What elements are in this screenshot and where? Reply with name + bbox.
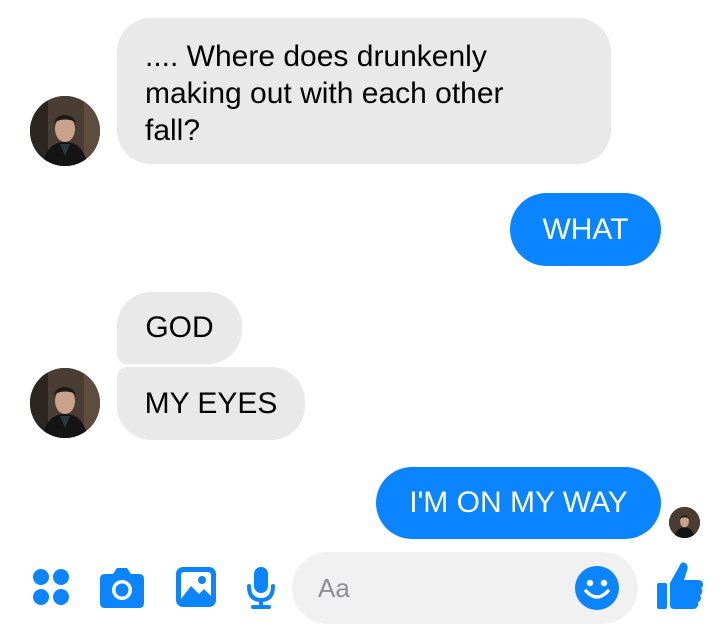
message-bubble-incoming[interactable]: GOD (117, 292, 242, 364)
message-bubble-incoming[interactable]: MY EYES (117, 367, 305, 440)
message-bubble-outgoing[interactable]: I'M ON MY WAY (376, 467, 661, 539)
emoji-icon[interactable] (574, 565, 620, 611)
message-input-placeholder: Aa (318, 573, 350, 603)
message-text: I'M ON MY WAY (409, 486, 628, 519)
gallery-icon[interactable] (175, 566, 217, 608)
message-text: WHAT (542, 213, 629, 246)
message-text: GOD (145, 311, 214, 344)
thumbs-up-icon[interactable] (656, 561, 704, 611)
message-bubble-incoming[interactable]: .... Where does drunkenly making out wit… (117, 18, 611, 164)
message-input[interactable]: Aa (292, 552, 638, 624)
read-receipt-avatar (669, 507, 700, 538)
apps-icon[interactable] (32, 568, 70, 606)
message-text: MY EYES (144, 387, 278, 420)
microphone-icon[interactable] (246, 566, 276, 610)
contact-avatar[interactable] (30, 368, 100, 438)
camera-icon[interactable] (99, 566, 145, 608)
contact-avatar[interactable] (30, 96, 100, 166)
message-text: .... Where does drunkenly making out wit… (145, 40, 504, 147)
message-bubble-outgoing[interactable]: WHAT (510, 193, 661, 266)
